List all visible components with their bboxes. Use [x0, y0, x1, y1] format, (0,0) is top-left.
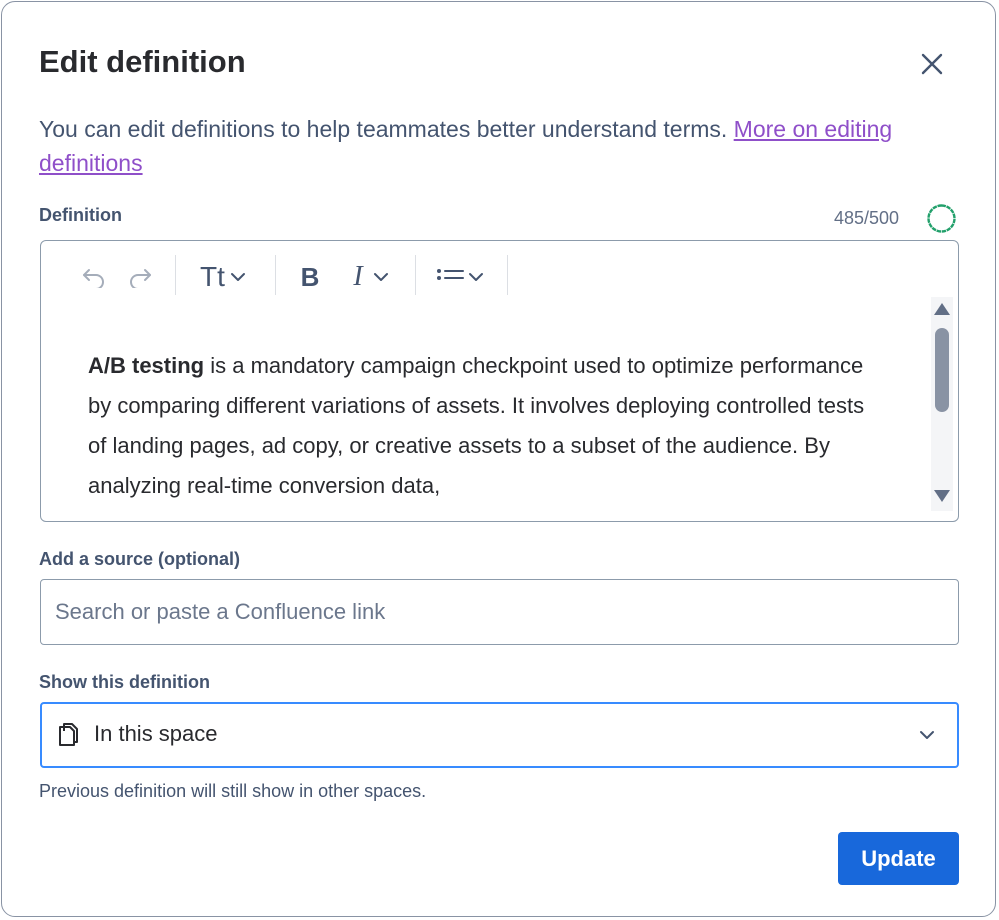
chevron-down-icon — [230, 273, 245, 281]
editor-scrollbar[interactable] — [931, 297, 953, 511]
definition-label: Definition — [39, 205, 122, 225]
bold-button[interactable]: B — [295, 259, 325, 295]
definition-text[interactable]: A/B testing is a mandatory campaign chec… — [88, 346, 888, 506]
page-icon — [59, 723, 78, 746]
undo-button[interactable] — [79, 259, 109, 295]
redo-button[interactable] — [125, 259, 155, 295]
edit-definition-dialog: Edit definition You can edit definitions… — [1, 1, 996, 917]
dialog-title: Edit definition — [39, 44, 246, 79]
editor-toolbar: Tt B I — [41, 241, 958, 311]
italic-button[interactable]: I — [343, 259, 399, 295]
bold-icon: B — [300, 261, 320, 292]
toolbar-divider — [415, 255, 416, 295]
source-label: Add a source (optional) — [39, 549, 241, 569]
intro-description: You can edit definitions to help teammat… — [39, 116, 734, 142]
chevron-down-icon — [373, 273, 388, 281]
character-progress-ring — [927, 204, 956, 233]
text-style-button[interactable]: Tt — [191, 259, 255, 295]
source-search-input[interactable] — [40, 579, 959, 645]
toolbar-divider — [175, 255, 176, 295]
helper-text: Previous definition will still show in o… — [39, 781, 427, 801]
scroll-up-arrow-icon[interactable] — [934, 303, 950, 315]
update-button[interactable]: Update — [838, 832, 959, 885]
show-definition-select[interactable]: In this space — [40, 702, 959, 768]
chevron-down-icon — [920, 731, 934, 739]
definition-editor: Tt B I A/B testing is a mandatory campai… — [40, 240, 959, 522]
intro-text: You can edit definitions to help teammat… — [39, 112, 919, 180]
close-icon — [921, 53, 943, 75]
list-icon — [437, 269, 464, 280]
show-definition-label: Show this definition — [39, 672, 210, 692]
text-style-icon: Tt — [200, 261, 225, 292]
toolbar-divider — [275, 255, 276, 295]
selected-option: In this space — [94, 721, 218, 746]
character-count: 485/500 — [834, 208, 900, 228]
scrollbar-thumb[interactable] — [935, 328, 949, 412]
undo-icon — [83, 269, 104, 288]
definition-term: A/B testing — [88, 353, 205, 378]
close-button[interactable] — [914, 46, 950, 82]
italic-icon: I — [353, 261, 363, 292]
chevron-down-icon — [469, 273, 483, 281]
redo-icon — [130, 269, 151, 288]
scroll-down-arrow-icon[interactable] — [934, 490, 950, 502]
definition-body: is a mandatory campaign checkpoint used … — [88, 353, 865, 498]
toolbar-divider — [507, 255, 508, 295]
list-button[interactable] — [431, 259, 489, 295]
